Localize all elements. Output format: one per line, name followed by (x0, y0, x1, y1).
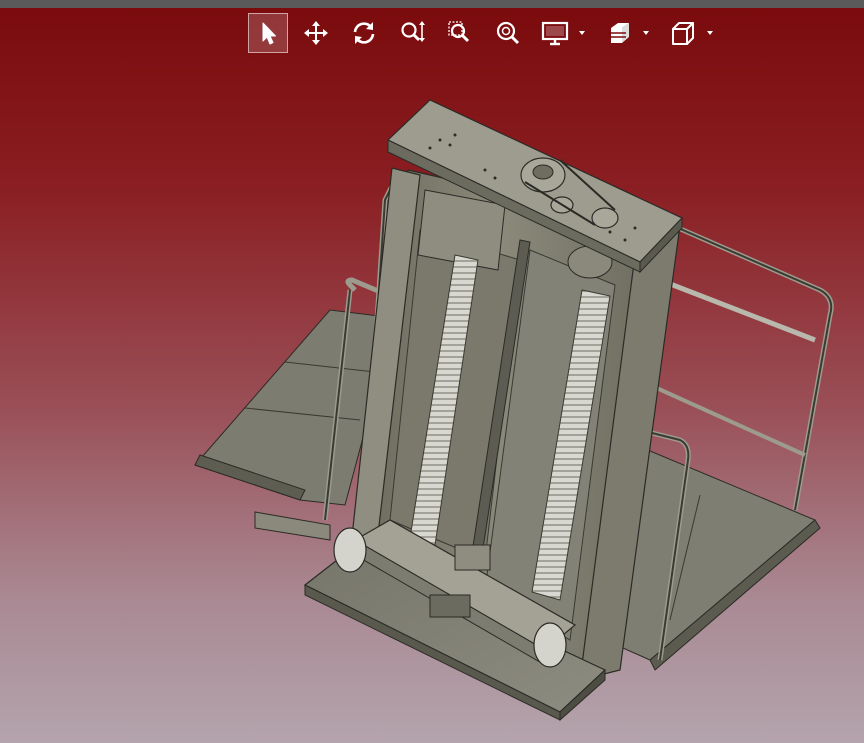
3d-model-render[interactable] (0, 0, 864, 743)
3d-viewport[interactable] (0, 0, 864, 743)
